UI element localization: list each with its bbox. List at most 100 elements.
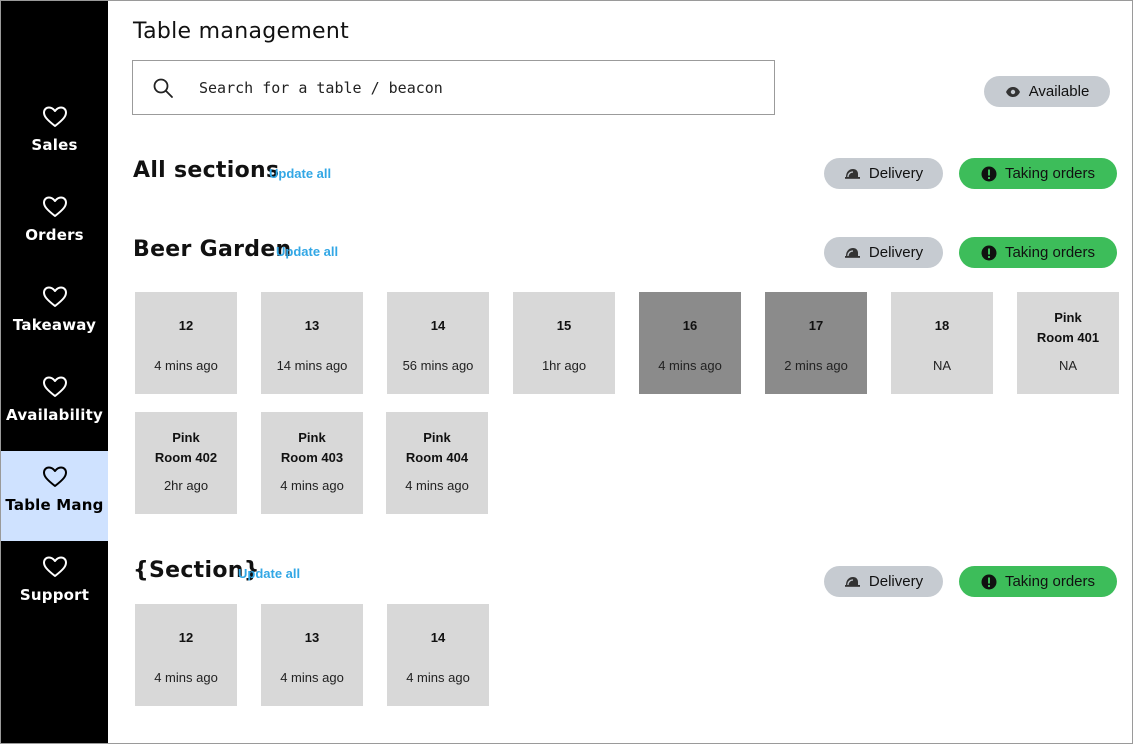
table-tile[interactable]: Pink Room 401 NA: [1017, 292, 1119, 394]
table-name-line2: Room 401: [1036, 330, 1100, 345]
table-name: Pink Room 402: [135, 428, 237, 468]
delivery-label: Delivery: [868, 165, 924, 182]
table-name: Pink Room 403: [261, 428, 363, 468]
table-name-line1: Pink: [298, 430, 326, 445]
taking-orders-label: Taking orders: [1004, 573, 1096, 590]
alert-icon: [981, 166, 997, 182]
delivery-label: Delivery: [868, 573, 924, 590]
sidebar-item-label: Takeaway: [12, 316, 97, 334]
table-name: 18: [934, 318, 950, 333]
table-time: 4 mins ago: [154, 358, 218, 373]
table-name-line1: Pink: [423, 430, 451, 445]
table-tile[interactable]: Pink Room 404 4 mins ago: [386, 412, 488, 514]
sidebar-item-availability[interactable]: Availability: [1, 361, 108, 451]
delivery-label: Delivery: [868, 244, 924, 261]
update-all-link[interactable]: Update all: [269, 166, 331, 181]
search-placeholder: Search for a table / beacon: [199, 78, 443, 97]
table-tile[interactable]: 14 56 mins ago: [387, 292, 489, 394]
taking-orders-toggle[interactable]: Taking orders: [959, 566, 1117, 597]
eye-icon: [1005, 86, 1021, 98]
delivery-toggle[interactable]: Delivery: [824, 237, 943, 268]
heart-icon: [42, 465, 68, 491]
taking-orders-toggle[interactable]: Taking orders: [959, 237, 1117, 268]
taking-orders-label: Taking orders: [1004, 244, 1096, 261]
update-all-link[interactable]: Update all: [276, 244, 338, 259]
table-name: 13: [304, 318, 320, 333]
sidebar-item-label: Table Mang: [5, 496, 104, 514]
sidebar-item-sales[interactable]: Sales: [1, 91, 108, 181]
section-title: Beer Garden: [133, 237, 292, 262]
table-tile[interactable]: 12 4 mins ago: [135, 604, 237, 706]
alert-icon: [981, 245, 997, 261]
table-time: NA: [932, 358, 952, 373]
table-tile[interactable]: 18 NA: [891, 292, 993, 394]
table-name-line1: Pink: [1054, 310, 1082, 325]
table-name: 12: [178, 630, 194, 645]
table-time: 1hr ago: [541, 358, 587, 373]
heart-icon: [42, 195, 68, 221]
table-time: 4 mins ago: [280, 670, 344, 685]
table-tile[interactable]: Pink Room 402 2hr ago: [135, 412, 237, 514]
table-name: Pink Room 404: [386, 428, 488, 468]
sidebar-item-label: Availability: [6, 406, 103, 424]
table-name: Pink Room 401: [1017, 308, 1119, 348]
delivery-toggle[interactable]: Delivery: [824, 158, 943, 189]
delivery-icon: [844, 575, 861, 588]
table-name: 14: [430, 318, 446, 333]
page-title: Table management: [133, 19, 350, 44]
table-name: 15: [556, 318, 572, 333]
heart-icon: [42, 105, 68, 131]
delivery-icon: [844, 167, 861, 180]
table-name-line2: Room 403: [280, 450, 344, 465]
table-name-line1: Pink: [172, 430, 200, 445]
heart-icon: [42, 375, 68, 401]
search-icon: [152, 77, 174, 99]
table-time: 4 mins ago: [406, 670, 470, 685]
table-time: 14 mins ago: [276, 358, 348, 373]
table-tile[interactable]: 12 4 mins ago: [135, 292, 237, 394]
table-time: 2 mins ago: [784, 358, 848, 373]
table-time: 56 mins ago: [402, 358, 474, 373]
app-frame: Sales Orders Takeaway Availability Table…: [0, 0, 1133, 744]
table-tile[interactable]: 13 14 mins ago: [261, 292, 363, 394]
sidebar-item-support[interactable]: Support: [1, 541, 108, 631]
update-all-link[interactable]: Update all: [238, 566, 300, 581]
available-button[interactable]: Available: [984, 76, 1110, 107]
table-tile[interactable]: 14 4 mins ago: [387, 604, 489, 706]
sidebar-item-orders[interactable]: Orders: [1, 181, 108, 271]
table-tile[interactable]: 15 1hr ago: [513, 292, 615, 394]
sidebar-item-label: Sales: [31, 136, 78, 154]
alert-icon: [981, 574, 997, 590]
table-tile[interactable]: 16 4 mins ago: [639, 292, 741, 394]
table-time: 4 mins ago: [658, 358, 722, 373]
table-name: 17: [808, 318, 824, 333]
table-time: 4 mins ago: [405, 478, 469, 493]
delivery-icon: [844, 246, 861, 259]
taking-orders-label: Taking orders: [1004, 165, 1096, 182]
delivery-toggle[interactable]: Delivery: [824, 566, 943, 597]
table-tile[interactable]: 13 4 mins ago: [261, 604, 363, 706]
table-name: 14: [430, 630, 446, 645]
heart-icon: [42, 285, 68, 311]
table-time: NA: [1058, 358, 1078, 373]
search-input[interactable]: Search for a table / beacon: [132, 60, 775, 115]
sidebar-item-label: Support: [19, 586, 90, 604]
sidebar-item-table-mang[interactable]: Table Mang: [1, 451, 108, 541]
available-label: Available: [1028, 83, 1090, 100]
table-name: 13: [304, 630, 320, 645]
table-name-line2: Room 402: [154, 450, 218, 465]
section-title: All sections: [133, 158, 280, 183]
table-name-line2: Room 404: [405, 450, 469, 465]
taking-orders-toggle[interactable]: Taking orders: [959, 158, 1117, 189]
sidebar: Sales Orders Takeaway Availability Table…: [1, 1, 108, 743]
table-tile[interactable]: Pink Room 403 4 mins ago: [261, 412, 363, 514]
heart-icon: [42, 555, 68, 581]
sidebar-item-label: Orders: [25, 226, 84, 244]
table-time: 4 mins ago: [154, 670, 218, 685]
table-time: 2hr ago: [163, 478, 209, 493]
sidebar-item-takeaway[interactable]: Takeaway: [1, 271, 108, 361]
table-name: 12: [178, 318, 194, 333]
table-tile[interactable]: 17 2 mins ago: [765, 292, 867, 394]
table-time: 4 mins ago: [280, 478, 344, 493]
table-name: 16: [682, 318, 698, 333]
